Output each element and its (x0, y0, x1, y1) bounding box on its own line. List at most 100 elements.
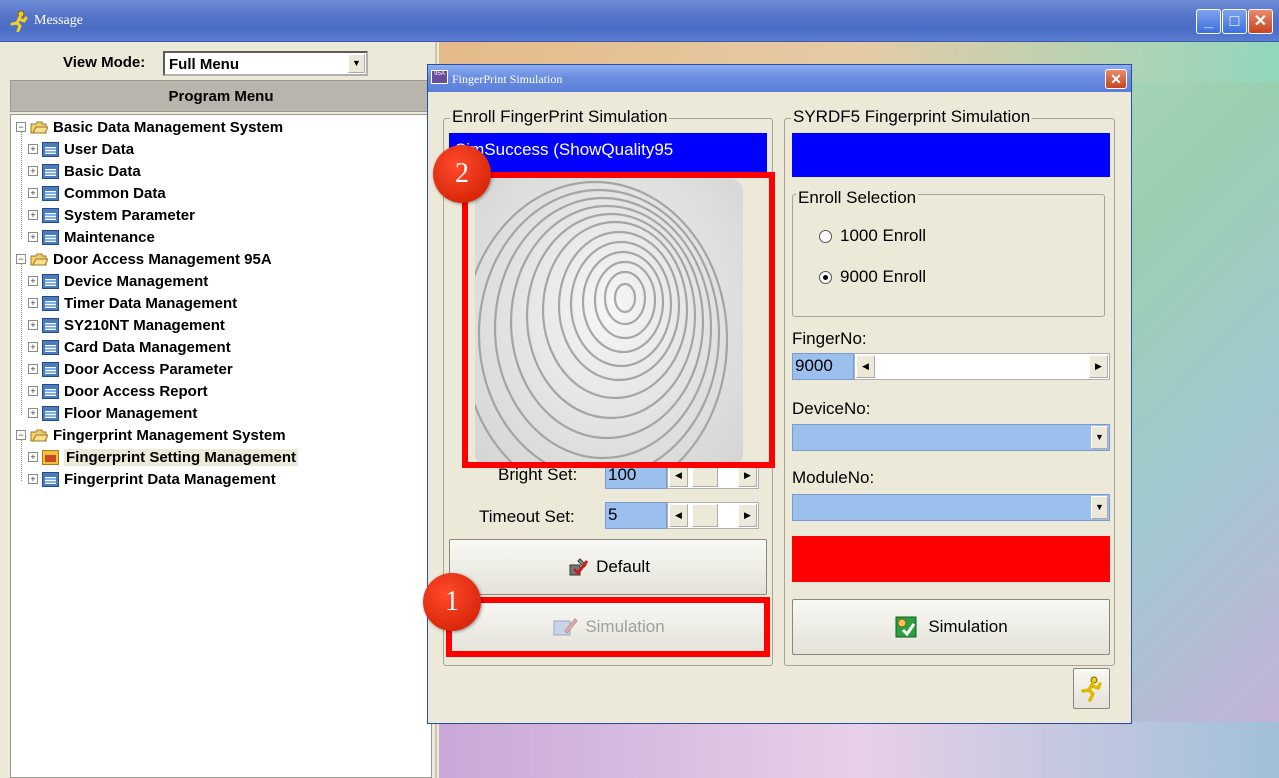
tree-node-item[interactable]: + Door Access Parameter (28, 358, 233, 380)
window-titlebar: Message _ □ ✕ (0, 0, 1279, 42)
scroll-thumb[interactable] (692, 504, 718, 527)
form-icon (42, 405, 59, 421)
user-check-icon (895, 616, 917, 638)
tree-node-item[interactable]: + User Data (28, 138, 134, 160)
expand-icon[interactable]: + (28, 298, 38, 308)
tree-node-item[interactable]: + System Parameter (28, 204, 195, 226)
collapse-icon[interactable]: − (16, 430, 26, 440)
running-man-icon (1080, 676, 1102, 702)
tree-node-label: Door Access Management 95A (53, 250, 272, 268)
fingerno-input[interactable]: 9000 (792, 353, 854, 380)
collapse-icon[interactable]: − (16, 254, 26, 264)
app-icon: 95A (431, 70, 448, 84)
chevron-down-icon[interactable]: ▼ (1091, 426, 1108, 449)
radio-1000-label: 1000 Enroll (840, 226, 927, 245)
expand-icon[interactable]: + (28, 342, 38, 352)
dialog-close-button[interactable]: ✕ (1105, 69, 1127, 89)
expand-icon[interactable]: + (28, 320, 38, 330)
expand-icon[interactable]: + (28, 188, 38, 198)
expand-icon[interactable]: + (28, 364, 38, 374)
expand-icon[interactable]: + (28, 386, 38, 396)
tree-node-item[interactable]: + Timer Data Management (28, 292, 237, 314)
annotation-box-2 (462, 172, 775, 468)
expand-icon[interactable]: + (28, 232, 38, 242)
form-icon (42, 339, 59, 355)
folder-open-icon (30, 121, 48, 133)
fingerno-value: 9000 (795, 356, 833, 375)
form-icon (42, 229, 59, 245)
fingerno-scrollbar[interactable]: ◀ ▶ (854, 353, 1110, 380)
enroll-group-title: Enroll FingerPrint Simulation (450, 107, 670, 127)
tree-node-label: Maintenance (64, 228, 155, 246)
form-icon (42, 185, 59, 201)
program-menu-header: Program Menu (10, 80, 432, 112)
minimize-button[interactable]: _ (1196, 9, 1221, 34)
syrdf5-red-status (792, 536, 1110, 582)
form-icon (42, 361, 59, 377)
expand-icon[interactable]: + (28, 166, 38, 176)
tree-node-system[interactable]: − Basic Data Management System (16, 116, 283, 138)
enroll-selection-group (792, 194, 1105, 317)
timeout-set-scrollbar[interactable]: ◀ ▶ (667, 502, 759, 529)
form-icon (42, 471, 59, 487)
chevron-down-icon[interactable]: ▼ (348, 54, 365, 73)
tree-node-label: Fingerprint Setting Management (64, 448, 299, 466)
tree-node-label: System Parameter (64, 206, 195, 224)
expand-icon[interactable]: + (28, 210, 38, 220)
tree-node-item[interactable]: + Door Access Report (28, 380, 208, 402)
syrdf5-status-bar (792, 133, 1110, 177)
annotation-badge-1: 1 (423, 573, 481, 631)
close-button[interactable]: ✕ (1248, 9, 1273, 34)
expand-icon[interactable]: + (28, 144, 38, 154)
tree-node-label: Common Data (64, 184, 166, 202)
enroll-status-bar: SimSuccess (ShowQuality95 (449, 133, 767, 173)
form-icon (42, 207, 59, 223)
scroll-right-icon[interactable]: ▶ (738, 504, 757, 527)
exit-button[interactable] (1073, 668, 1110, 709)
chevron-down-icon[interactable]: ▼ (1091, 496, 1108, 519)
deviceno-select[interactable]: ▼ (792, 424, 1110, 451)
tree-node-item[interactable]: + Device Management (28, 270, 208, 292)
scroll-left-icon[interactable]: ◀ (669, 504, 688, 527)
radio-dot[interactable] (819, 229, 832, 243)
view-mode-value: Full Menu (169, 56, 239, 73)
tree-node-label: Door Access Parameter (64, 360, 233, 378)
scroll-left-icon[interactable]: ◀ (856, 355, 875, 378)
tree-node-item[interactable]: + Fingerprint Data Management (28, 468, 276, 490)
tree-node-label: Fingerprint Management System (53, 426, 286, 444)
timeout-set-input[interactable]: 5 (605, 502, 667, 529)
radio-1000-enroll[interactable]: 1000 Enroll (819, 226, 926, 246)
tree-node-item[interactable]: + Maintenance (28, 226, 155, 248)
scroll-right-icon[interactable]: ▶ (1089, 355, 1108, 378)
expand-icon[interactable]: + (28, 408, 38, 418)
collapse-icon[interactable]: − (16, 122, 26, 132)
tree-node-label: Device Management (64, 272, 209, 290)
radio-9000-enroll[interactable]: 9000 Enroll (819, 267, 926, 287)
default-button-label: Default (596, 557, 650, 576)
tree-node-item[interactable]: + Common Data (28, 182, 166, 204)
tree-node-item[interactable]: + Floor Management (28, 402, 197, 424)
tree-node-system[interactable]: − Door Access Management 95A (16, 248, 272, 270)
tree-node-item[interactable]: + SY210NT Management (28, 314, 225, 336)
expand-icon[interactable]: + (28, 452, 38, 462)
expand-icon[interactable]: + (28, 474, 38, 484)
tree-node-item[interactable]: + Fingerprint Setting Management (28, 446, 299, 468)
expand-icon[interactable]: + (28, 276, 38, 286)
maximize-button[interactable]: □ (1222, 9, 1247, 34)
default-button[interactable]: Default (449, 539, 767, 595)
timeout-set-value: 5 (608, 505, 618, 524)
syrdf5-simulation-button[interactable]: Simulation (792, 599, 1110, 655)
form-icon (42, 141, 59, 157)
tree-node-system[interactable]: − Fingerprint Management System (16, 424, 286, 446)
tree-node-item[interactable]: + Card Data Management (28, 336, 231, 358)
syrdf5-group-title: SYRDF5 Fingerprint Simulation (791, 107, 1033, 127)
view-mode-label: View Mode: (63, 54, 146, 71)
annotation-box-1 (446, 597, 770, 657)
tree-node-label: Door Access Report (64, 382, 208, 400)
form-icon (42, 449, 59, 465)
tree-node-item[interactable]: + Basic Data (28, 160, 141, 182)
form-icon (42, 163, 59, 179)
radio-dot-selected[interactable] (819, 270, 832, 284)
moduleno-select[interactable]: ▼ (792, 494, 1110, 521)
view-mode-select[interactable]: Full Menu ▼ (163, 51, 368, 76)
